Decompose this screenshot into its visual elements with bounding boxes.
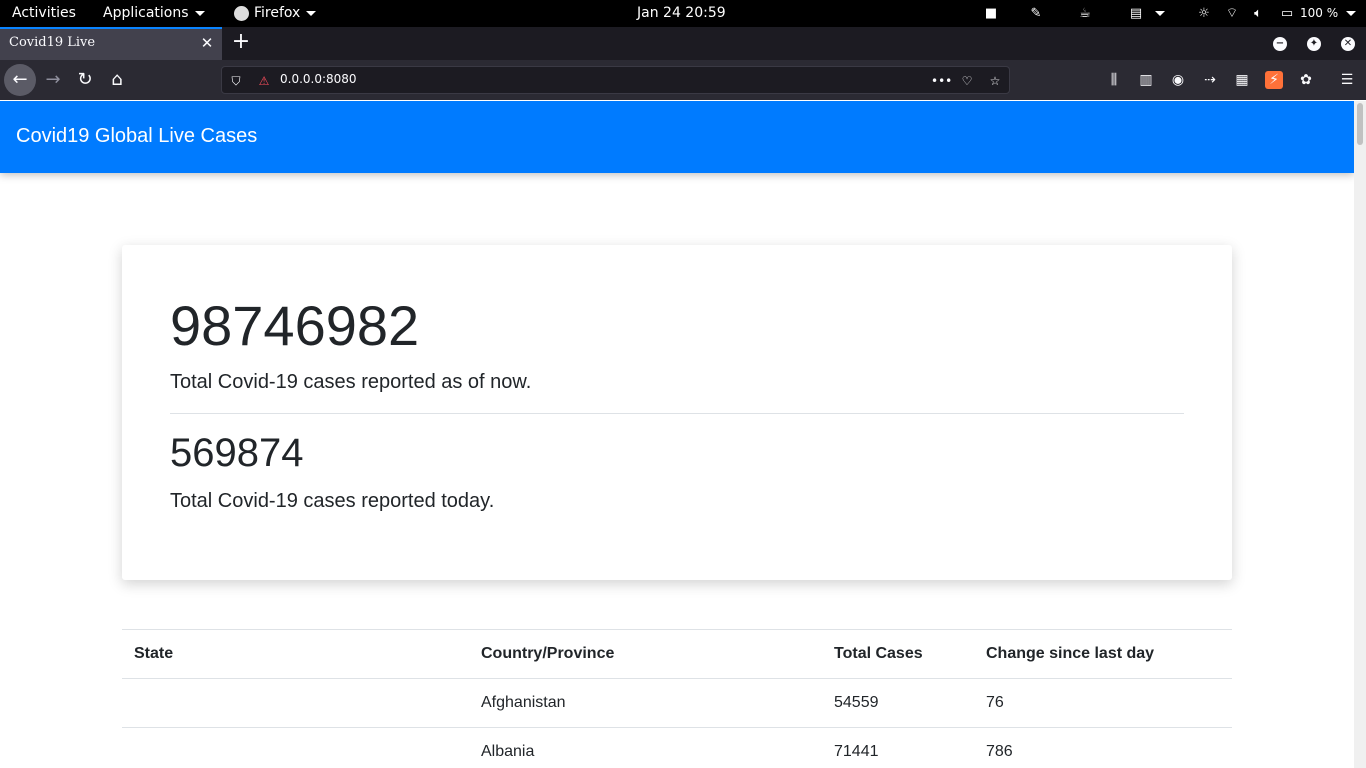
url-text[interactable]: 0.0.0.0:8080: [280, 72, 357, 86]
browser-tab[interactable]: Covid19 Live ✕: [0, 27, 222, 60]
battery-icon[interactable]: ▭: [1279, 6, 1295, 21]
column-header-country: Country/Province: [481, 645, 615, 662]
applications-label: Applications: [103, 5, 189, 21]
sidebar-icon[interactable]: ▥: [1137, 71, 1155, 89]
cell-country: Albania: [481, 743, 535, 760]
extension-orange-icon[interactable]: ⚡: [1265, 71, 1283, 89]
home-icon: ⌂: [111, 69, 123, 90]
arrow-left-icon: ←: [12, 69, 28, 90]
column-header-state: State: [134, 645, 174, 662]
tab-title: Covid19 Live: [9, 35, 96, 50]
system-menu-caret[interactable]: [1346, 0, 1356, 27]
table-header-row: State Country/Province Total Cases Chang…: [122, 629, 1232, 678]
scrollbar-thumb[interactable]: [1357, 103, 1363, 145]
camera-icon[interactable]: ■: [983, 6, 999, 21]
reload-button[interactable]: ↻: [69, 64, 101, 96]
firefox-app-menu[interactable]: Firefox: [234, 0, 317, 27]
total-cases-caption: Total Covid-19 cases reported as of now.: [170, 371, 532, 393]
summary-card: 98746982 Total Covid-19 cases reported a…: [122, 245, 1232, 580]
activities-button[interactable]: Activities: [12, 0, 76, 27]
close-tab-icon[interactable]: ✕: [198, 34, 216, 52]
close-window-button[interactable]: ✕: [1341, 37, 1355, 51]
minimize-icon: −: [1275, 38, 1285, 49]
browser-tab-strip: Covid19 Live ✕ + − ✦ ✕: [0, 27, 1366, 60]
battery-percent[interactable]: 100 %: [1300, 0, 1338, 27]
chevron-down-icon: [306, 10, 317, 16]
card-divider: [170, 413, 1184, 414]
back-button[interactable]: ←: [4, 64, 36, 96]
clock[interactable]: Jan 24 20:59: [637, 0, 726, 27]
cell-total-cases: 54559: [834, 694, 879, 711]
arrow-right-icon: →: [45, 69, 61, 90]
chevron-down-icon: [1155, 11, 1165, 16]
total-cases-number: 98746982: [170, 294, 420, 357]
page-viewport: Covid19 Global Live Cases 98746982 Total…: [0, 101, 1354, 768]
extension-paw-icon[interactable]: ✿: [1297, 71, 1315, 89]
home-button[interactable]: ⌂: [101, 64, 133, 96]
app-title[interactable]: Covid19 Global Live Cases: [16, 125, 257, 148]
cell-country: Afghanistan: [481, 694, 566, 711]
clipboard-icon[interactable]: ▤: [1128, 6, 1144, 21]
maximize-window-button[interactable]: ✦: [1307, 37, 1321, 51]
wifi-icon[interactable]: ⌔: [1224, 6, 1240, 21]
volume-icon[interactable]: 🔈︎: [1250, 6, 1266, 21]
cell-total-cases: 71441: [834, 743, 879, 760]
close-icon: ✕: [1343, 38, 1353, 49]
extension-arrow-icon[interactable]: ⇢: [1201, 71, 1219, 89]
cell-change: 76: [986, 694, 1004, 711]
maximize-icon: ✦: [1309, 38, 1319, 49]
firefox-app-label: Firefox: [254, 5, 301, 21]
cell-change: 786: [986, 743, 1013, 760]
url-bar[interactable]: ⛉ ⚠ 0.0.0.0:8080 ••• ♡ ☆: [221, 66, 1010, 94]
page-actions-icon[interactable]: •••: [931, 73, 952, 89]
applications-menu[interactable]: Applications: [103, 0, 205, 27]
insecure-lock-icon[interactable]: ⚠: [256, 73, 272, 89]
system-top-bar: Activities Applications Firefox Jan 24 2…: [0, 0, 1366, 27]
pen-icon[interactable]: ✎: [1028, 6, 1044, 21]
cases-table: State Country/Province Total Cases Chang…: [122, 629, 1232, 768]
reload-icon: ↻: [77, 69, 93, 90]
column-header-change: Change since last day: [986, 645, 1155, 662]
coffee-icon[interactable]: ☕: [1077, 6, 1093, 21]
hamburger-menu-icon[interactable]: ☰: [1338, 71, 1356, 89]
today-cases-number: 569874: [170, 431, 304, 475]
table-row: Albania 71441 786: [122, 727, 1232, 768]
library-icon[interactable]: ⫼: [1105, 71, 1123, 89]
firefox-logo-icon: [234, 5, 249, 21]
new-tab-button[interactable]: +: [229, 31, 253, 55]
account-icon[interactable]: ◉: [1169, 71, 1187, 89]
browser-nav-toolbar: ← → ↻ ⌂ ⛉ ⚠ 0.0.0.0:8080 ••• ♡ ☆ ⫼ ▥ ◉ ⇢…: [0, 60, 1366, 100]
minimize-window-button[interactable]: −: [1273, 37, 1287, 51]
column-header-total-cases: Total Cases: [834, 645, 923, 662]
shield-icon[interactable]: ⛉: [228, 73, 244, 89]
bookmark-star-icon[interactable]: ☆: [987, 73, 1003, 89]
page-scrollbar[interactable]: [1354, 101, 1366, 768]
extension-grid-icon[interactable]: ▦: [1233, 71, 1251, 89]
app-header: Covid19 Global Live Cases: [0, 101, 1354, 173]
table-row: Afghanistan 54559 76: [122, 678, 1232, 727]
brightness-icon[interactable]: ☼: [1196, 6, 1212, 21]
forward-button[interactable]: →: [37, 64, 69, 96]
clipboard-menu-caret[interactable]: [1152, 6, 1168, 21]
chevron-down-icon: [1346, 10, 1356, 16]
today-cases-caption: Total Covid-19 cases reported today.: [170, 490, 495, 512]
chevron-down-icon: [194, 10, 205, 16]
pocket-icon[interactable]: ♡: [959, 73, 975, 89]
